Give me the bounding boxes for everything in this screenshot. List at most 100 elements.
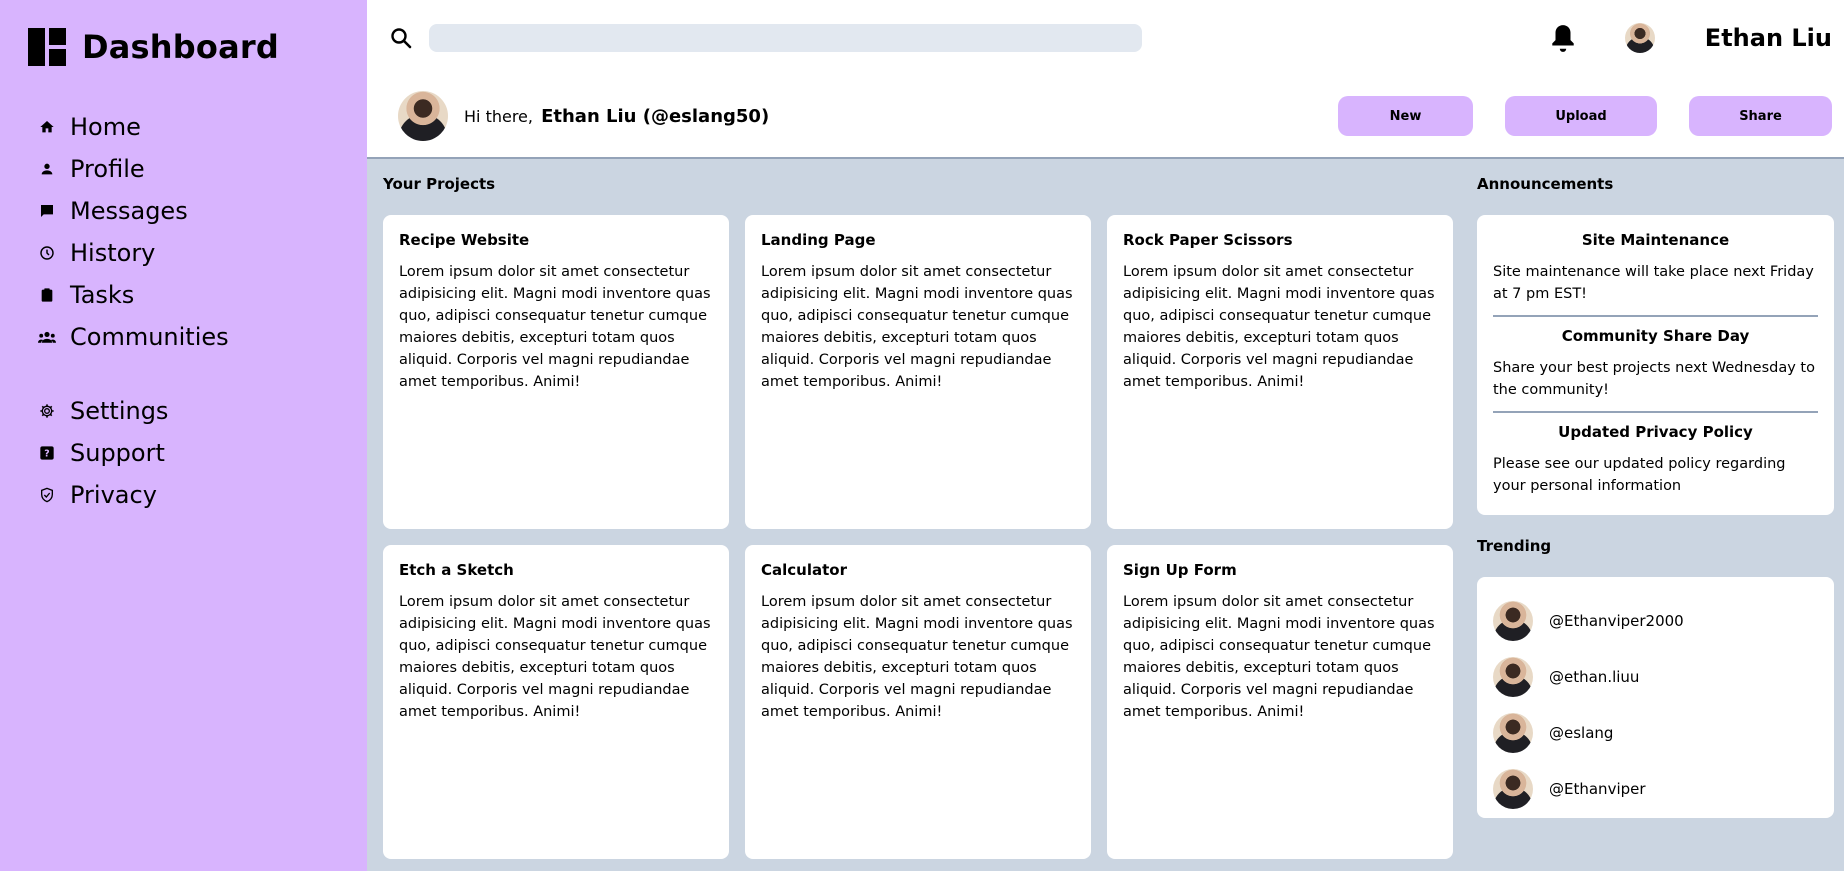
sidebar-item-privacy[interactable]: Privacy: [28, 474, 339, 516]
share-button[interactable]: Share: [1689, 96, 1832, 136]
avatar: [1493, 657, 1533, 697]
card-title: Etch a Sketch: [399, 561, 514, 579]
section-title: Announcements: [1477, 175, 1614, 193]
sidebar-item-settings[interactable]: Settings: [28, 390, 339, 432]
announcement: Site Maintenance Site maintenance will t…: [1493, 231, 1818, 315]
trending-user[interactable]: @Ethanviper: [1493, 761, 1818, 817]
greeting-name: Ethan Liu (@eslang50): [541, 105, 770, 127]
sidebar-item-label: Messages: [70, 197, 188, 225]
avatar: [398, 91, 448, 141]
sidebar-item-support[interactable]: ? Support: [28, 432, 339, 474]
action-buttons: New Upload Share: [1338, 96, 1832, 136]
avatar: [1493, 601, 1533, 641]
project-card[interactable]: Landing Page Lorem ipsum dolor sit amet …: [745, 215, 1091, 529]
announcement-title: Community Share Day: [1561, 327, 1750, 345]
card-title: Recipe Website: [399, 231, 530, 249]
trending-user[interactable]: @Ethanviper2000: [1493, 593, 1818, 649]
search-icon[interactable]: [385, 22, 417, 54]
secondary-nav: Settings ? Support Privacy: [28, 390, 339, 516]
sidebar-item-profile[interactable]: Profile: [28, 148, 339, 190]
card-title: Rock Paper Scissors: [1123, 231, 1293, 249]
trending-handle: @ethan.liuu: [1549, 668, 1640, 686]
project-card[interactable]: Etch a Sketch Lorem ipsum dolor sit amet…: [383, 545, 729, 859]
message-icon: [38, 202, 56, 220]
announcement-body: Please see our updated policy regarding …: [1493, 456, 1786, 494]
help-icon: ?: [38, 444, 56, 462]
project-card[interactable]: Sign Up Form Lorem ipsum dolor sit amet …: [1107, 545, 1453, 859]
card-body: Lorem ipsum dolor sit amet consectetur a…: [399, 264, 711, 390]
projects-section: Your Projects Recipe Website Lorem ipsum…: [383, 175, 1461, 871]
sidebar-item-label: Settings: [70, 397, 169, 425]
greeting-text: Hi there, Ethan Liu (@eslang50): [464, 106, 769, 127]
announcements-box: Site Maintenance Site maintenance will t…: [1477, 215, 1834, 515]
announcement-title: Site Maintenance: [1581, 231, 1730, 249]
group-icon: [38, 328, 56, 346]
home-icon: [38, 118, 56, 136]
avatar: [1493, 713, 1533, 753]
avatar: [1493, 769, 1533, 809]
trending-handle: @eslang: [1549, 724, 1614, 742]
sidebar-item-label: Privacy: [70, 481, 157, 509]
project-card[interactable]: Calculator Lorem ipsum dolor sit amet co…: [745, 545, 1091, 859]
person-icon: [38, 160, 56, 178]
project-card[interactable]: Recipe Website Lorem ipsum dolor sit ame…: [383, 215, 729, 529]
upload-button[interactable]: Upload: [1505, 96, 1657, 136]
section-title: Trending: [1477, 537, 1552, 555]
card-body: Lorem ipsum dolor sit amet consectetur a…: [761, 594, 1073, 720]
card-title: Sign Up Form: [1123, 561, 1237, 579]
new-button[interactable]: New: [1338, 96, 1473, 136]
main-area: Ethan Liu Hi there, Ethan Liu (@eslang50…: [367, 0, 1844, 871]
sidebar-item-communities[interactable]: Communities: [28, 316, 339, 358]
primary-nav: Home Profile Messages History Tasks Comm…: [28, 106, 339, 358]
announcement: Community Share Day Share your best proj…: [1493, 315, 1818, 411]
card-body: Lorem ipsum dolor sit amet consectetur a…: [399, 594, 711, 720]
card-body: Lorem ipsum dolor sit amet consectetur a…: [761, 264, 1073, 390]
sidebar-item-label: Support: [70, 439, 165, 467]
shield-icon: [38, 486, 56, 504]
card-body: Lorem ipsum dolor sit amet consectetur a…: [1123, 264, 1435, 390]
announcement-title: Updated Privacy Policy: [1558, 423, 1753, 441]
top-bar-right: Ethan Liu: [1549, 22, 1832, 54]
sidebar: Dashboard Home Profile Messages History: [0, 0, 367, 871]
brand-title: Dashboard: [82, 28, 279, 66]
card-title: Landing Page: [761, 231, 876, 249]
sidebar-item-label: Profile: [70, 155, 145, 183]
search-input[interactable]: [429, 23, 1142, 52]
greeting-bar: Hi there, Ethan Liu (@eslang50) New Uplo…: [367, 75, 1844, 159]
brand[interactable]: Dashboard: [28, 28, 339, 66]
gear-icon: [38, 402, 56, 420]
bell-icon[interactable]: [1549, 22, 1577, 54]
clock-icon: [38, 244, 56, 262]
sidebar-item-label: Communities: [70, 323, 229, 351]
sidebar-item-messages[interactable]: Messages: [28, 190, 339, 232]
content: Your Projects Recipe Website Lorem ipsum…: [367, 159, 1844, 871]
announcement-body: Site maintenance will take place next Fr…: [1493, 264, 1814, 302]
side-column: Announcements Site Maintenance Site main…: [1477, 175, 1834, 871]
project-card[interactable]: Rock Paper Scissors Lorem ipsum dolor si…: [1107, 215, 1453, 529]
sidebar-item-label: History: [70, 239, 156, 267]
sidebar-item-label: Tasks: [70, 281, 135, 309]
trending-box: @Ethanviper2000 @ethan.liuu @eslang @Eth…: [1477, 577, 1834, 818]
announcement-body: Share your best projects next Wednesday …: [1493, 360, 1815, 398]
announcement: Updated Privacy Policy Please see our up…: [1493, 411, 1818, 507]
avatar[interactable]: [1624, 22, 1655, 53]
dashboard-icon: [28, 28, 66, 66]
trending-handle: @Ethanviper: [1549, 780, 1646, 798]
svg-text:?: ?: [44, 448, 49, 459]
sidebar-item-home[interactable]: Home: [28, 106, 339, 148]
clipboard-icon: [38, 286, 56, 304]
section-title: Your Projects: [383, 175, 496, 193]
sidebar-item-label: Home: [70, 113, 141, 141]
trending-user[interactable]: @ethan.liuu: [1493, 649, 1818, 705]
card-title: Calculator: [761, 561, 847, 579]
sidebar-item-tasks[interactable]: Tasks: [28, 274, 339, 316]
header-username: Ethan Liu: [1704, 23, 1832, 52]
trending-handle: @Ethanviper2000: [1549, 612, 1684, 630]
greeting-prefix: Hi there,: [464, 106, 533, 126]
trending-user[interactable]: @eslang: [1493, 705, 1818, 761]
sidebar-item-history[interactable]: History: [28, 232, 339, 274]
card-body: Lorem ipsum dolor sit amet consectetur a…: [1123, 594, 1435, 720]
top-bar: Ethan Liu: [367, 0, 1844, 75]
project-cards: Recipe Website Lorem ipsum dolor sit ame…: [383, 215, 1461, 859]
